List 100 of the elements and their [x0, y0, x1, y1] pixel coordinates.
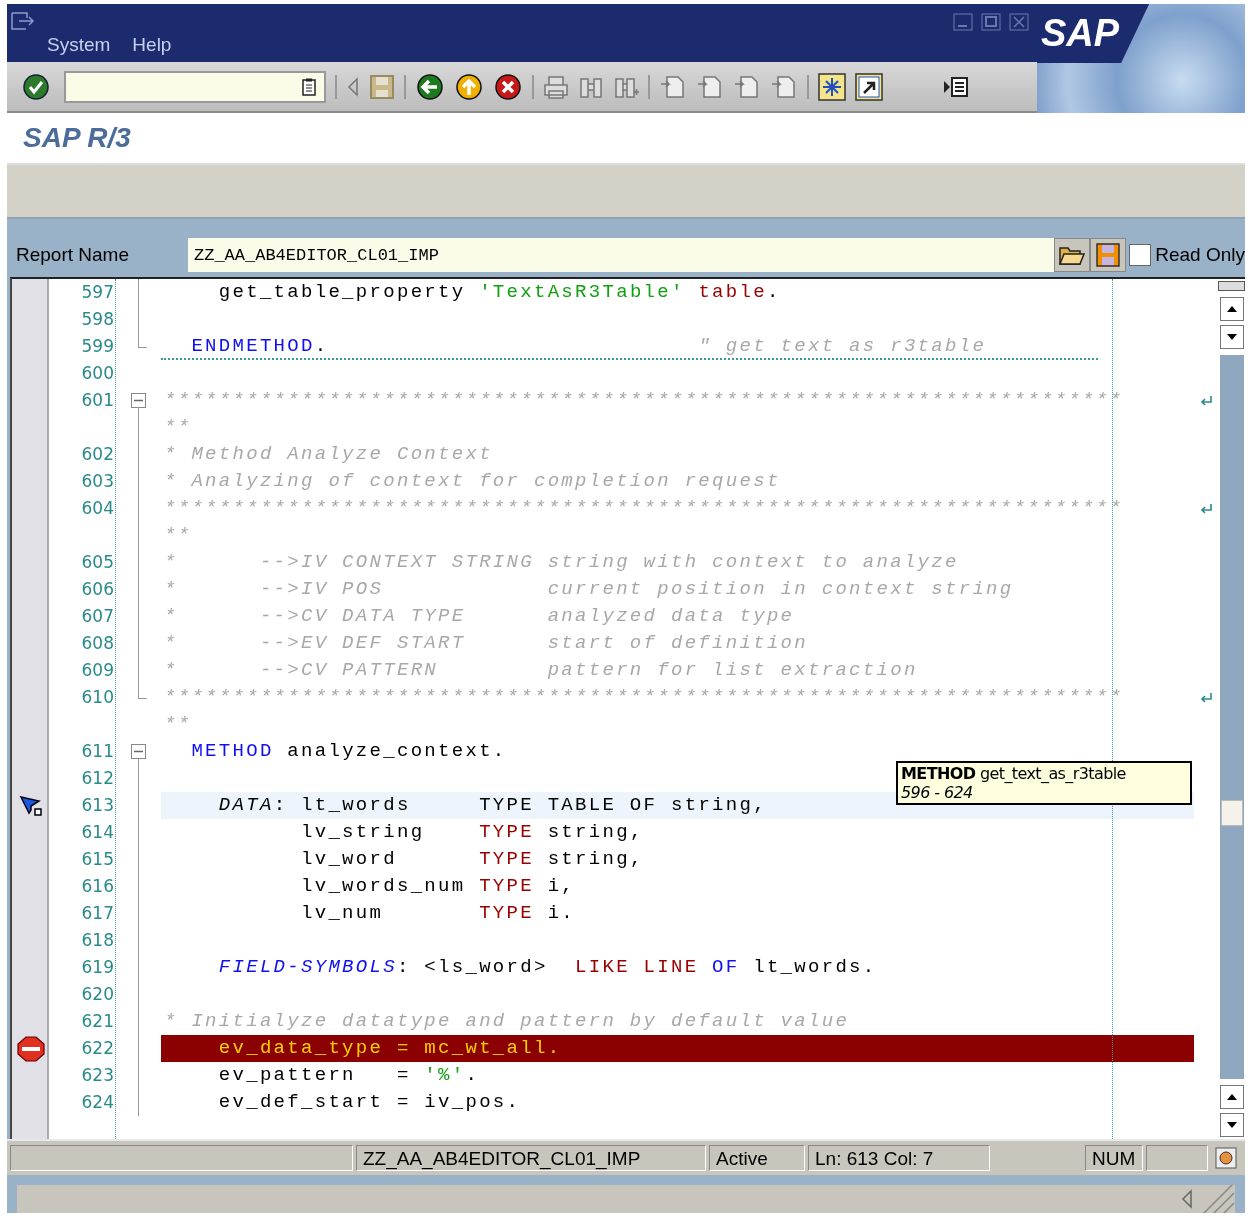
report-name-field[interactable]: ZZ_AA_AB4EDITOR_CL01_IMP: [188, 238, 1055, 272]
status-icon[interactable]: [1215, 1147, 1237, 1169]
line-number: 621: [81, 1011, 114, 1031]
resize-grip-icon[interactable]: [1201, 1185, 1235, 1213]
code-line: FIELD-SYMBOLS: <ls_word> LIKE LINE OF lt_words.: [217, 956, 877, 978]
page-icon[interactable]: [733, 73, 761, 100]
up-arrow-icon: [1225, 1093, 1238, 1101]
down-arrow-icon: [1225, 1121, 1238, 1129]
line-number: 612: [81, 768, 114, 788]
code-line: * -->IV POS current position in context string: [164, 578, 1014, 600]
system-menu-icon[interactable]: [11, 12, 35, 30]
line-number: 615: [81, 849, 114, 869]
scroll-down-button[interactable]: [1219, 325, 1244, 349]
code-line: get_table_property 'TextAsR3Table' table.: [217, 281, 781, 303]
status-field: Ln: 613 Col: 7: [808, 1145, 990, 1171]
code-line: lv_string TYPE string,: [300, 821, 644, 843]
stop-sign-icon[interactable]: [16, 1035, 45, 1062]
shortcut-icon[interactable]: [855, 72, 883, 101]
close-icon[interactable]: [1009, 13, 1029, 31]
scrollbar-thumb[interactable]: [1220, 800, 1243, 826]
scroll-up-button[interactable]: [1219, 297, 1244, 321]
line-number: 605: [81, 552, 114, 572]
line-number: 601: [81, 390, 114, 410]
save-icon[interactable]: [369, 73, 395, 100]
wrap-arrow-icon: [1199, 690, 1213, 705]
field-label: Report Name: [15, 244, 130, 266]
wrap-arrow-icon: [1199, 501, 1213, 516]
clipboard-icon[interactable]: [302, 77, 316, 96]
left-triangle-icon[interactable]: [346, 74, 360, 99]
line-number: 617: [81, 903, 114, 923]
new-window-icon[interactable]: [818, 72, 846, 101]
status-field: Active: [709, 1145, 805, 1171]
enter-check-icon[interactable]: [21, 71, 51, 102]
bookmark-flag-icon[interactable]: [18, 794, 43, 817]
code-line: ev_def_start = iv_pos.: [217, 1091, 521, 1113]
line-number: 611: [81, 741, 114, 761]
line-number: 602: [81, 444, 114, 464]
code-line: **********************************************************************: [164, 497, 1124, 519]
splitter-handle[interactable]: [1218, 281, 1245, 291]
line-number: 622: [81, 1038, 114, 1058]
code-line: DATA: lt_words TYPE TABLE OF string,: [217, 794, 767, 816]
code-line: **: [164, 713, 192, 735]
down-arrow-icon: [1225, 333, 1238, 341]
up-arrow-icon: [1225, 305, 1238, 313]
code-line: * -->EV DEF START start of definition: [164, 632, 808, 654]
line-number: 599: [81, 336, 114, 356]
code-line: * -->IV CONTEXT STRING string with context to analyze: [164, 551, 959, 573]
scroll-up-button[interactable]: [1219, 1085, 1244, 1109]
line-number: 610: [81, 687, 114, 707]
code-line: **: [164, 524, 192, 546]
save-button[interactable]: [1090, 238, 1127, 272]
line-number: 614: [81, 822, 114, 842]
code-line: * Initialyze datatype and pattern by default value: [164, 1010, 850, 1032]
scroll-down-button[interactable]: [1219, 1113, 1244, 1137]
tooltip-title: METHOD get_text_as_r3table: [901, 764, 1127, 783]
open-folder-button[interactable]: [1054, 238, 1091, 272]
page-icon[interactable]: [696, 73, 724, 100]
menu-item[interactable]: System: [47, 34, 111, 56]
code-line: **********************************************************************: [164, 686, 1124, 708]
printer-icon[interactable]: [543, 73, 569, 100]
cancel-icon[interactable]: [493, 71, 523, 102]
menu-item[interactable]: Help: [132, 34, 172, 56]
line-number: 609: [81, 660, 114, 680]
line-number: 603: [81, 471, 114, 491]
screen-title: SAP R/3: [23, 122, 131, 154]
code-line: lv_words_num TYPE i,: [300, 875, 576, 897]
page-icon[interactable]: [770, 73, 798, 100]
code-line: lv_num TYPE i.: [300, 902, 576, 924]
line-number: 619: [81, 957, 114, 977]
logo: SAP: [1037, 4, 1150, 63]
code-line: **: [164, 416, 192, 438]
code-line: * Analyzing of context for completion request: [164, 470, 781, 492]
status-field: [1146, 1145, 1208, 1171]
code-line: * Method Analyze Context: [164, 443, 493, 465]
layout-menu-icon[interactable]: [942, 74, 970, 99]
code-line: ev_pattern = '%'.: [217, 1064, 480, 1086]
maximize-icon[interactable]: [981, 13, 1001, 31]
line-number: 624: [81, 1092, 114, 1112]
code-line: * -->CV PATTERN pattern for list extraction: [164, 659, 918, 681]
line-number: 620: [81, 984, 114, 1004]
status-field: NUM: [1085, 1145, 1143, 1171]
code-line: * -->CV DATA TYPE analyzed data type: [164, 605, 795, 627]
read-only-checkbox[interactable]: [1129, 244, 1152, 266]
command-field[interactable]: [64, 70, 326, 103]
tooltip-line-range: 596 - 624: [901, 783, 974, 802]
minimize-icon[interactable]: [953, 13, 973, 31]
code-line: ENDMETHOD. " get text as r3table: [190, 335, 987, 357]
scrollbar[interactable]: [1219, 355, 1244, 1079]
code-line: lv_word TYPE string,: [300, 848, 644, 870]
line-number: 606: [81, 579, 114, 599]
left-triangle-icon[interactable]: [1181, 1189, 1193, 1209]
checkbox-label: Read Only: [1155, 244, 1245, 266]
line-number: 616: [81, 876, 114, 896]
line-number: 597: [81, 282, 114, 302]
collapse-toggle[interactable]: [131, 393, 146, 408]
line-number: 600: [81, 363, 114, 383]
code-line: ev_data_type = mc_wt_all.: [217, 1037, 562, 1059]
collapse-toggle[interactable]: [131, 744, 146, 759]
line-number: 613: [81, 795, 114, 815]
page-icon[interactable]: [659, 73, 687, 100]
